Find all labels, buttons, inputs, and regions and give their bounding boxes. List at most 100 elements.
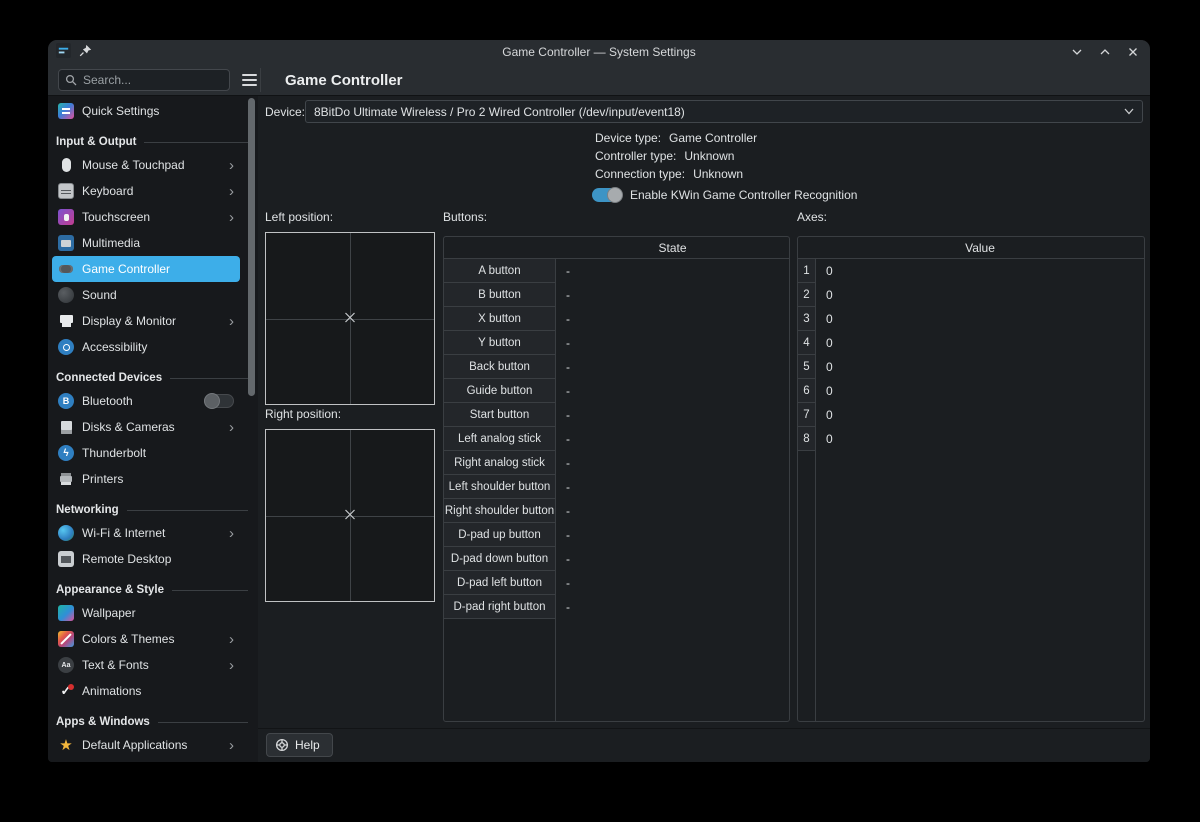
device-type-row: Device type: Game Controller xyxy=(595,129,857,147)
table-cell[interactable]: - xyxy=(556,547,789,571)
table-cell[interactable]: - xyxy=(556,379,789,403)
table-row[interactable]: Y button xyxy=(444,331,555,355)
table-row[interactable]: Start button xyxy=(444,403,555,427)
table-row[interactable]: Right analog stick xyxy=(444,451,555,475)
table-cell[interactable]: - xyxy=(556,595,789,619)
sidebar-item-display-monitor[interactable]: Display & Monitor › xyxy=(52,308,240,334)
sidebar-item-colors-themes[interactable]: Colors & Themes › xyxy=(52,626,240,652)
window-title: Game Controller — System Settings xyxy=(48,45,1150,59)
sidebar-scrollbar[interactable] xyxy=(248,98,255,396)
table-cell[interactable]: - xyxy=(556,475,789,499)
maximize-button[interactable] xyxy=(1098,45,1112,59)
table-row[interactable]: D-pad up button xyxy=(444,523,555,547)
sidebar-item-sound[interactable]: Sound xyxy=(52,282,240,308)
sidebar-item-bluetooth[interactable]: B Bluetooth xyxy=(52,388,240,414)
table-cell[interactable]: 0 xyxy=(816,403,1144,427)
keyboard-icon xyxy=(58,183,74,199)
minimize-button[interactable] xyxy=(1070,45,1084,59)
sidebar-item-quick-settings[interactable]: Quick Settings xyxy=(52,98,240,124)
sidebar-item-text-fonts[interactable]: Aa Text & Fonts › xyxy=(52,652,240,678)
table-cell[interactable]: - xyxy=(556,451,789,475)
sidebar-item-game-controller[interactable]: Game Controller xyxy=(52,256,240,282)
connection-type-value: Unknown xyxy=(693,167,743,181)
right-position-label: Right position: xyxy=(265,407,341,421)
sidebar-item-thunderbolt[interactable]: ϟ Thunderbolt xyxy=(52,440,240,466)
sidebar-item-default-applications[interactable]: ★ Default Applications › xyxy=(52,732,240,758)
table-row[interactable]: Left shoulder button xyxy=(444,475,555,499)
table-cell[interactable]: - xyxy=(556,427,789,451)
table-cell[interactable]: 0 xyxy=(816,355,1144,379)
table-row[interactable]: X button xyxy=(444,307,555,331)
table-cell[interactable]: 0 xyxy=(816,307,1144,331)
table-cell[interactable]: - xyxy=(556,571,789,595)
table-corner xyxy=(798,237,816,259)
help-label: Help xyxy=(295,738,320,752)
table-row[interactable]: 4 xyxy=(798,331,815,355)
sidebar-item-touchscreen[interactable]: Touchscreen › xyxy=(52,204,240,230)
close-button[interactable] xyxy=(1126,45,1140,59)
help-button[interactable]: Help xyxy=(266,733,333,757)
table-row[interactable]: Right shoulder button xyxy=(444,499,555,523)
sidebar-section-connected-devices: Connected Devices xyxy=(48,368,258,388)
axis-values: 0 0 0 0 0 0 0 0 xyxy=(816,259,1144,721)
table-row[interactable]: 1 xyxy=(798,259,815,283)
table-cell[interactable]: - xyxy=(556,307,789,331)
table-cell[interactable]: 0 xyxy=(816,283,1144,307)
table-row[interactable]: D-pad right button xyxy=(444,595,555,619)
menu-button[interactable] xyxy=(237,69,261,91)
sidebar-item-wallpaper[interactable]: Wallpaper xyxy=(52,600,240,626)
table-row[interactable]: D-pad left button xyxy=(444,571,555,595)
colors-themes-icon xyxy=(58,631,74,647)
table-row[interactable]: 6 xyxy=(798,379,815,403)
table-cell[interactable]: - xyxy=(556,403,789,427)
sidebar-item-mouse-touchpad[interactable]: Mouse & Touchpad › xyxy=(52,152,240,178)
table-row[interactable]: Left analog stick xyxy=(444,427,555,451)
table-row[interactable]: D-pad down button xyxy=(444,547,555,571)
sidebar-item-wifi-internet[interactable]: Wi-Fi & Internet › xyxy=(52,520,240,546)
stick-marker-icon xyxy=(344,311,357,327)
table-cell[interactable]: - xyxy=(556,331,789,355)
bluetooth-toggle[interactable] xyxy=(204,394,234,408)
table-cell[interactable]: 0 xyxy=(816,259,1144,283)
device-label: Device: xyxy=(265,105,305,119)
table-cell[interactable]: 0 xyxy=(816,427,1144,451)
value-column-header[interactable]: Value xyxy=(816,237,1144,259)
titlebar: Game Controller — System Settings xyxy=(48,40,1150,64)
table-row[interactable]: B button xyxy=(444,283,555,307)
sidebar-item-remote-desktop[interactable]: Remote Desktop xyxy=(52,546,240,572)
chevron-right-icon: › xyxy=(229,184,234,199)
animations-icon: ✓ xyxy=(58,683,74,699)
sidebar-item-animations[interactable]: ✓ Animations xyxy=(52,678,240,704)
pin-icon[interactable] xyxy=(79,44,92,60)
table-row[interactable]: 5 xyxy=(798,355,815,379)
table-row[interactable]: 7 xyxy=(798,403,815,427)
table-cell[interactable]: - xyxy=(556,259,789,283)
stick-marker-icon xyxy=(344,508,357,524)
table-cell[interactable]: - xyxy=(556,499,789,523)
chevron-right-icon: › xyxy=(229,420,234,435)
chevron-right-icon: › xyxy=(229,738,234,753)
sidebar-item-multimedia[interactable]: Multimedia xyxy=(52,230,240,256)
sidebar-item-accessibility[interactable]: Accessibility xyxy=(52,334,240,360)
sidebar-item-disks-cameras[interactable]: Disks & Cameras › xyxy=(52,414,240,440)
table-cell[interactable]: 0 xyxy=(816,331,1144,355)
table-row[interactable]: 2 xyxy=(798,283,815,307)
sidebar-item-printers[interactable]: Printers xyxy=(52,466,240,492)
left-position-label: Left position: xyxy=(265,210,333,224)
table-row[interactable]: 8 xyxy=(798,427,815,451)
kwin-recognition-toggle[interactable] xyxy=(592,188,622,202)
search-input[interactable]: Search... xyxy=(58,69,230,91)
quick-settings-icon xyxy=(58,103,74,119)
table-cell[interactable]: 0 xyxy=(816,379,1144,403)
state-column-header[interactable]: State xyxy=(556,237,789,259)
table-row[interactable]: 3 xyxy=(798,307,815,331)
table-row[interactable]: A button xyxy=(444,259,555,283)
table-cell[interactable]: - xyxy=(556,355,789,379)
table-row[interactable]: Guide button xyxy=(444,379,555,403)
table-cell[interactable]: - xyxy=(556,283,789,307)
device-select[interactable]: 8BitDo Ultimate Wireless / Pro 2 Wired C… xyxy=(305,100,1143,123)
sidebar-item-keyboard[interactable]: Keyboard › xyxy=(52,178,240,204)
table-row[interactable]: Back button xyxy=(444,355,555,379)
table-cell[interactable]: - xyxy=(556,523,789,547)
mouse-icon xyxy=(58,157,74,173)
